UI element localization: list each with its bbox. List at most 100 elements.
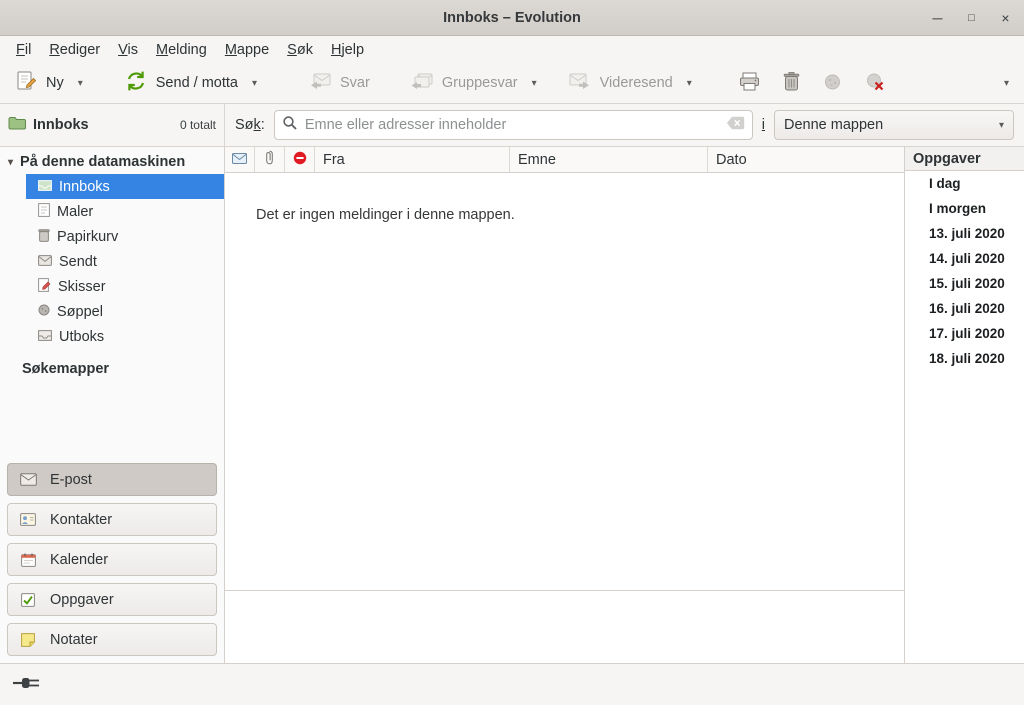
sidebar-item-label: Sendt [59, 254, 97, 270]
task-group-date[interactable]: 13. juli 2020 [905, 221, 1024, 246]
task-group-date[interactable]: 18. juli 2020 [905, 346, 1024, 371]
delete-button[interactable] [775, 67, 808, 100]
column-subject[interactable]: Emne [510, 147, 708, 172]
folder-tree: ▾ På denne datamaskinen Innboks Maler [0, 147, 224, 377]
printer-icon [739, 72, 760, 95]
task-pane: Oppgaver I dag I morgen 13. juli 2020 14… [904, 147, 1024, 663]
column-from[interactable]: Fra [315, 147, 510, 172]
reply-label: Svar [340, 75, 370, 91]
sidebar-item-label: Utboks [59, 329, 104, 345]
preview-pane [225, 590, 904, 663]
maximize-button[interactable]: □ [960, 7, 983, 30]
sidebar-item-maler[interactable]: Maler [0, 199, 224, 224]
sent-icon [38, 254, 52, 270]
search-scope-value: Denne mappen [784, 117, 883, 133]
message-count: 0 totalt [180, 118, 216, 132]
task-group-today[interactable]: I dag [905, 171, 1024, 196]
online-status-button[interactable] [13, 676, 40, 694]
switcher-tasks-button[interactable]: Oppgaver [7, 583, 217, 616]
sidebar-item-innboks[interactable]: Innboks [26, 174, 224, 199]
sidebar-item-skisser[interactable]: Skisser [0, 274, 224, 299]
folder-sidebar: ▾ På denne datamaskinen Innboks Maler [0, 147, 225, 663]
print-button[interactable] [731, 67, 768, 100]
close-button[interactable]: × [994, 7, 1017, 30]
menubar: Fil Rediger Vis Melding Mappe Søk Hjelp [0, 36, 1024, 63]
menu-hjelp[interactable]: Hjelp [322, 39, 373, 61]
current-folder-info: Innboks 0 totalt [0, 104, 225, 146]
not-junk-button[interactable] [857, 67, 892, 100]
templates-icon [38, 203, 50, 221]
column-important[interactable] [285, 147, 315, 172]
forward-dropdown-arrow[interactable]: ▾ [680, 73, 699, 94]
menu-mappe[interactable]: Mappe [216, 39, 278, 61]
tree-root-label: På denne datamaskinen [20, 154, 185, 170]
sidebar-item-soppel[interactable]: Søppel [0, 299, 224, 324]
menu-sok[interactable]: Søk [278, 39, 322, 61]
tree-root-on-this-computer[interactable]: ▾ På denne datamaskinen [0, 150, 224, 174]
sidebar-item-label: Papirkurv [57, 229, 118, 245]
contacts-icon [19, 513, 37, 526]
new-dropdown-arrow[interactable]: ▾ [71, 73, 90, 94]
forward-button[interactable]: Videresend [562, 68, 680, 99]
sidebar-item-label: Skisser [58, 279, 106, 295]
column-date-label: Dato [716, 152, 747, 168]
column-date[interactable]: Dato [708, 147, 904, 172]
group-reply-icon [410, 73, 433, 94]
column-attachment[interactable] [255, 147, 285, 172]
search-area: Søk: i Denne mappen ▾ [225, 104, 1024, 146]
expander-icon[interactable]: ▾ [8, 157, 13, 168]
search-bar: Innboks 0 totalt Søk: i Denne mappen ▾ [0, 104, 1024, 147]
send-receive-dropdown-arrow[interactable]: ▾ [245, 73, 264, 94]
menu-melding[interactable]: Melding [147, 39, 216, 61]
task-group-date[interactable]: 14. juli 2020 [905, 246, 1024, 271]
junk-folder-icon [38, 304, 50, 320]
menu-rediger[interactable]: Rediger [40, 39, 109, 61]
sidebar-item-utboks[interactable]: Utboks [0, 324, 224, 349]
new-button-label: Ny [46, 75, 64, 91]
minimize-button[interactable]: ─ [926, 7, 949, 30]
task-group-date[interactable]: 15. juli 2020 [905, 271, 1024, 296]
search-input[interactable] [305, 117, 719, 133]
reply-button[interactable]: Svar [302, 68, 377, 99]
tree-root-sokemapper[interactable]: Søkemapper [0, 349, 224, 377]
switcher-label: Kalender [50, 552, 108, 568]
new-button[interactable]: Ny [8, 65, 71, 101]
toolbar-overflow-arrow[interactable]: ▾ [997, 73, 1016, 94]
junk-button[interactable] [815, 67, 850, 100]
toolbar: Ny ▾ Send / motta ▾ Svar Gruppesvar ▾ [0, 63, 1024, 104]
titlebar[interactable]: Innboks – Evolution ─ □ × [0, 0, 1024, 36]
group-reply-dropdown-arrow[interactable]: ▾ [525, 73, 544, 94]
search-label: Søk: [235, 117, 265, 133]
sidebar-item-sendt[interactable]: Sendt [0, 249, 224, 274]
send-receive-label: Send / motta [156, 75, 238, 91]
task-group-date[interactable]: 17. juli 2020 [905, 321, 1024, 346]
search-entry[interactable] [274, 110, 753, 140]
menu-vis[interactable]: Vis [109, 39, 147, 61]
column-status[interactable] [225, 147, 255, 172]
clear-search-icon[interactable] [726, 116, 745, 134]
send-receive-button[interactable]: Send / motta [118, 65, 245, 101]
sidebar-item-papirkurv[interactable]: Papirkurv [0, 224, 224, 249]
switcher-mail-button[interactable]: E-post [7, 463, 217, 496]
task-group-tomorrow[interactable]: I morgen [905, 196, 1024, 221]
switcher-calendar-button[interactable]: Kalender [7, 543, 217, 576]
column-from-label: Fra [323, 152, 345, 168]
switcher-memos-button[interactable]: Notater [7, 623, 217, 656]
switcher-contacts-button[interactable]: Kontakter [7, 503, 217, 536]
menu-fil[interactable]: Fil [7, 39, 40, 61]
folder-icon [8, 116, 26, 134]
group-reply-label: Gruppesvar [442, 75, 518, 91]
sidebar-item-label: Søppel [57, 304, 103, 320]
group-reply-button[interactable]: Gruppesvar [403, 68, 525, 99]
search-scope-combo[interactable]: Denne mappen ▾ [774, 110, 1014, 140]
message-list-body[interactable]: Det er ingen meldinger i denne mappen. [225, 173, 904, 590]
task-group-date[interactable]: 16. juli 2020 [905, 296, 1024, 321]
statusbar [0, 663, 1024, 705]
chevron-down-icon: ▾ [999, 120, 1004, 131]
trash-folder-icon [38, 228, 50, 246]
message-list-header: Fra Emne Dato [225, 147, 904, 173]
sidebar-item-label: Innboks [59, 179, 110, 195]
current-folder-name: Innboks [33, 117, 89, 133]
switcher-label: Notater [50, 632, 98, 648]
evolution-window: Innboks – Evolution ─ □ × Fil Rediger Vi… [0, 0, 1024, 705]
